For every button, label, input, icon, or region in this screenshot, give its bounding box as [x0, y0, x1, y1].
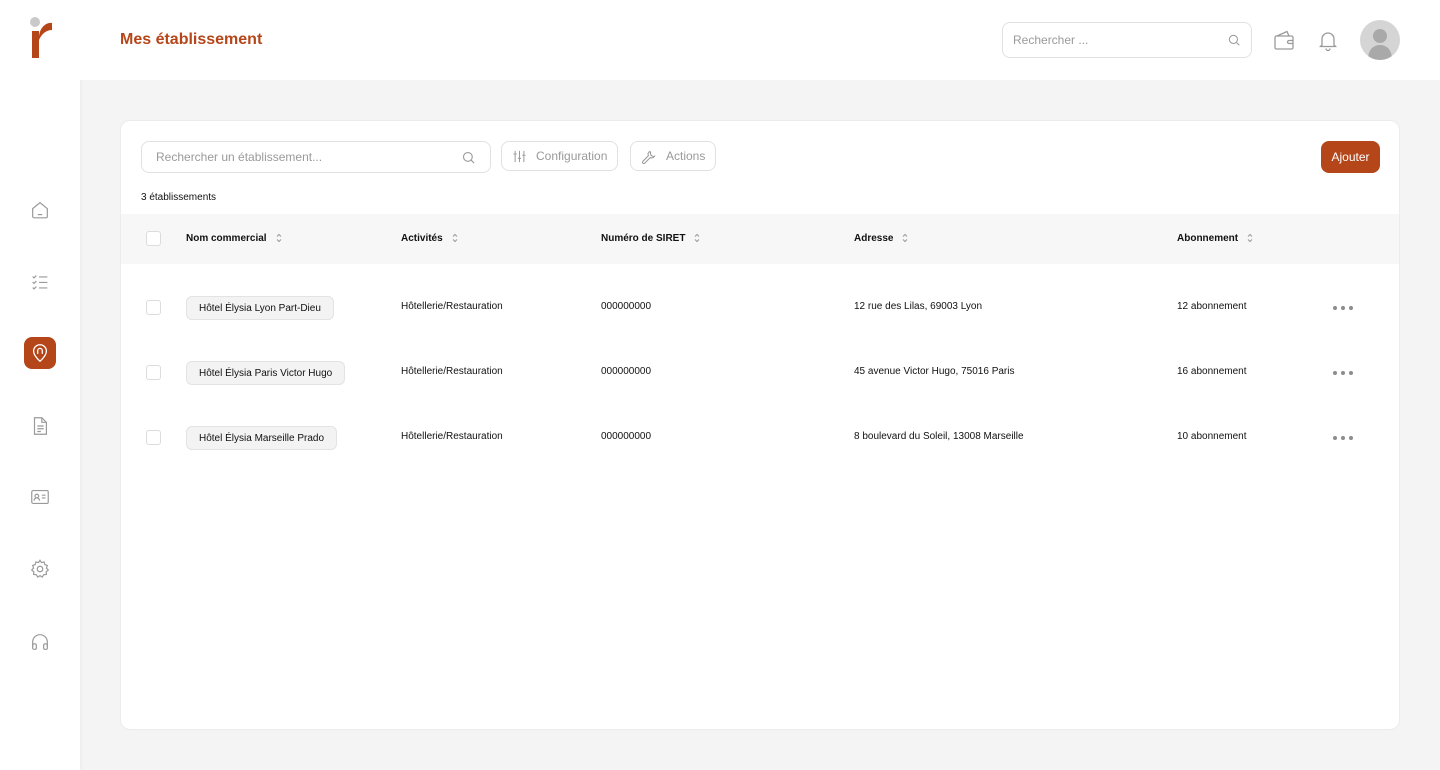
- address-cell: 45 avenue Victor Hugo, 75016 Paris: [854, 366, 1015, 377]
- more-options-icon[interactable]: [1333, 371, 1353, 377]
- column-label: Abonnement: [1177, 232, 1239, 244]
- home-icon: [32, 201, 48, 219]
- more-options-icon[interactable]: [1333, 436, 1353, 442]
- column-label: Adresse: [854, 232, 894, 244]
- activity-cell: Hôtellerie/Restauration: [401, 366, 503, 377]
- establishment-name[interactable]: Hôtel Élysia Marseille Prado: [186, 426, 338, 450]
- column-label: Nom commercial: [186, 232, 267, 244]
- establishment-name[interactable]: Hôtel Élysia Paris Victor Hugo: [186, 361, 346, 385]
- table-header: Nom commercial Activités Numéro de SIRET…: [121, 214, 1399, 264]
- column-header-subscription[interactable]: Abonnement: [1177, 232, 1253, 244]
- establishments-count: 3 établissements: [141, 192, 217, 203]
- column-header-name[interactable]: Nom commercial: [186, 232, 282, 244]
- row-checkbox[interactable]: [146, 365, 161, 380]
- sidebar-item-establishments[interactable]: [24, 337, 56, 369]
- sort-icon: [1247, 233, 1253, 243]
- sidebar-item-documents[interactable]: [24, 410, 56, 442]
- checklist-icon: [32, 275, 48, 290]
- wallet-button[interactable]: [1270, 26, 1298, 54]
- column-header-activity[interactable]: Activités: [401, 232, 458, 244]
- search-icon: [462, 151, 475, 164]
- sliders-icon: [513, 150, 526, 162]
- establishment-search[interactable]: [141, 141, 491, 173]
- sidebar-item-home[interactable]: [24, 194, 56, 226]
- sidebar: [0, 0, 80, 770]
- subscription-cell: 10 abonnement: [1177, 431, 1247, 442]
- sidebar-item-support[interactable]: [24, 626, 56, 658]
- column-header-address[interactable]: Adresse: [854, 232, 908, 244]
- sidebar-item-tasks[interactable]: [24, 266, 56, 298]
- row-checkbox[interactable]: [146, 300, 161, 315]
- bell-icon: [1318, 32, 1338, 52]
- wallet-icon: [1274, 30, 1294, 50]
- configuration-label: Configuration: [536, 149, 608, 163]
- siret-cell: 000000000: [601, 366, 652, 377]
- actions-button[interactable]: Actions: [630, 141, 717, 171]
- subscription-cell: 16 abonnement: [1177, 366, 1247, 377]
- user-avatar-icon: [1368, 29, 1392, 60]
- avatar[interactable]: [1360, 20, 1400, 60]
- configuration-button[interactable]: Configuration: [501, 141, 619, 171]
- establishments-card: Configuration Actions Ajouter 3 établiss…: [120, 120, 1400, 730]
- sidebar-item-contacts[interactable]: [24, 481, 56, 513]
- sidebar-item-settings[interactable]: [24, 553, 56, 585]
- sort-icon: [903, 233, 908, 243]
- activity-cell: Hôtellerie/Restauration: [401, 301, 503, 312]
- column-label: Activités: [401, 232, 443, 244]
- top-bar: Mes établissement: [80, 0, 1440, 80]
- select-all-checkbox[interactable]: [146, 231, 161, 246]
- establishment-name[interactable]: Hôtel Élysia Lyon Part-Dieu: [186, 296, 334, 320]
- add-establishment-button[interactable]: Ajouter: [1321, 141, 1380, 173]
- search-icon: [1228, 34, 1240, 46]
- actions-label: Actions: [666, 149, 706, 163]
- row-checkbox[interactable]: [146, 430, 161, 445]
- document-icon: [33, 417, 48, 435]
- address-cell: 8 boulevard du Soleil, 13008 Marseille: [854, 431, 1024, 442]
- global-search[interactable]: [1002, 22, 1252, 58]
- location-pin-icon: [32, 344, 48, 363]
- column-label: Numéro de SIRET: [601, 232, 686, 244]
- siret-cell: 000000000: [601, 431, 652, 442]
- page-title: Mes établissement: [120, 31, 263, 48]
- column-header-siret[interactable]: Numéro de SIRET: [601, 232, 700, 244]
- address-cell: 12 rue des Lilas, 69003 Lyon: [854, 301, 983, 312]
- siret-cell: 000000000: [601, 301, 652, 312]
- establishment-search-input[interactable]: [156, 150, 461, 164]
- headphones-icon: [32, 634, 48, 650]
- activity-cell: Hôtellerie/Restauration: [401, 431, 503, 442]
- global-search-input[interactable]: [1013, 33, 1227, 47]
- app-logo: [28, 16, 54, 60]
- notifications-button[interactable]: [1314, 26, 1342, 54]
- sort-icon: [695, 233, 700, 243]
- id-card-icon: [31, 489, 49, 505]
- sort-icon: [452, 233, 458, 243]
- table-row[interactable]: Hôtel Élysia Marseille Prado Hôtellerie/…: [121, 426, 1399, 502]
- gear-icon: [30, 559, 50, 578]
- sort-icon: [276, 233, 281, 243]
- more-options-icon[interactable]: [1333, 306, 1353, 312]
- subscription-cell: 12 abonnement: [1177, 301, 1247, 312]
- wrench-icon: [642, 150, 656, 164]
